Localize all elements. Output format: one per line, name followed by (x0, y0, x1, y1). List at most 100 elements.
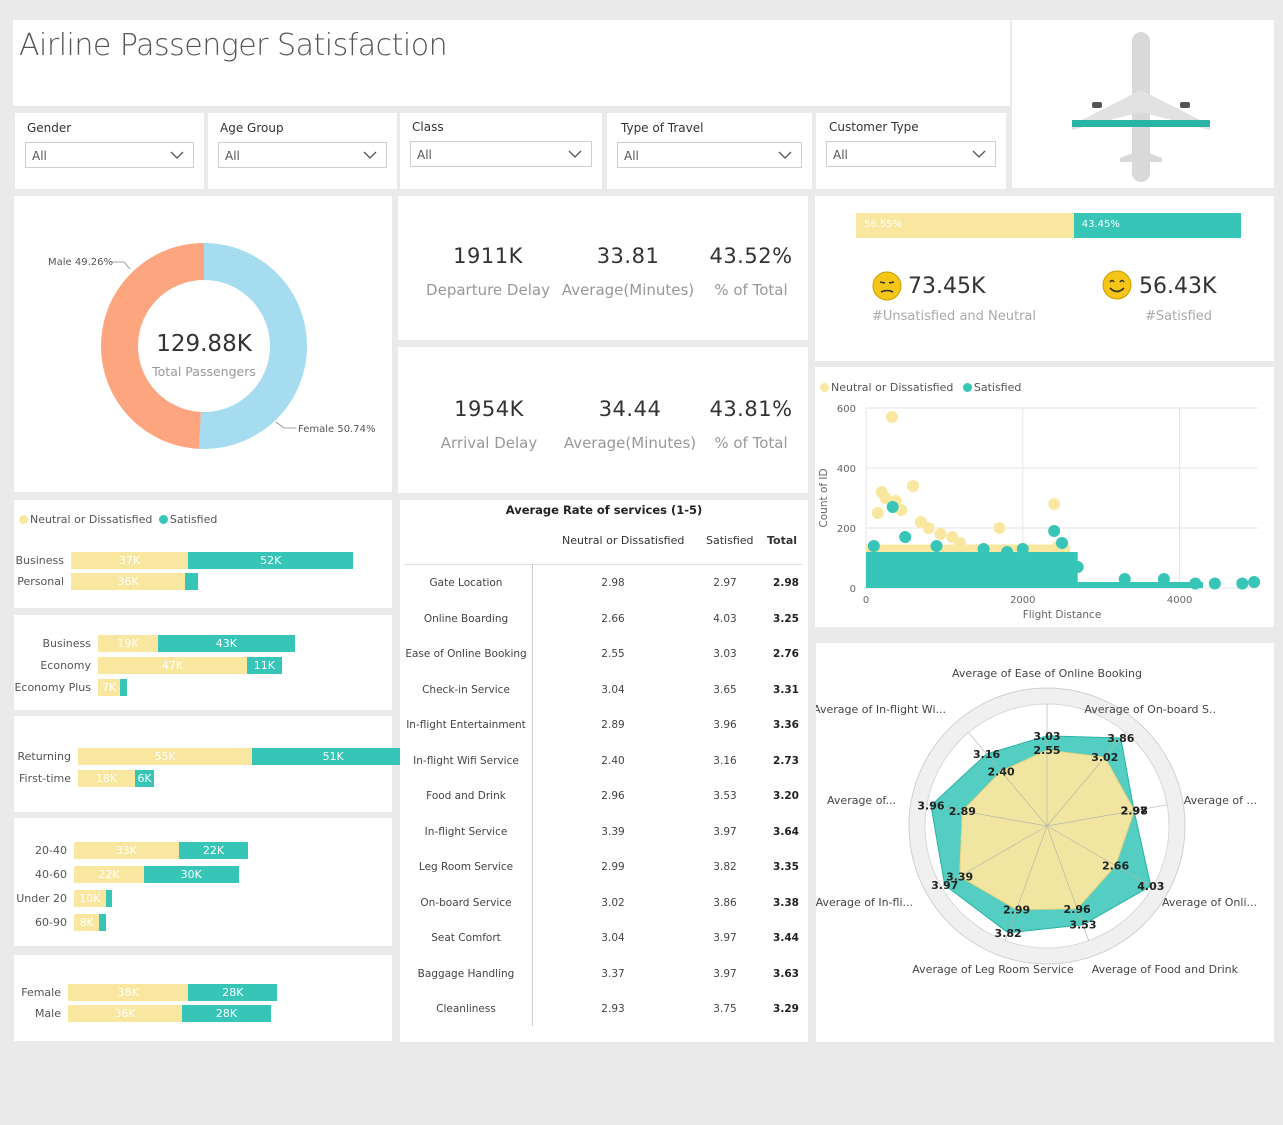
service-radar-chart[interactable]: Average of Ease of Online Booking Average… (813, 643, 1274, 1042)
gender-donut-chart[interactable]: Male 49.26% Female 50.74% 129.88K Total … (14, 196, 392, 492)
bar-segment-satisfied[interactable] (185, 573, 198, 590)
table-cell: 4.03 (713, 612, 737, 625)
y-tick-label: 200 (837, 524, 856, 535)
table-cell: 3.35 (773, 861, 799, 873)
scatter-point (1016, 543, 1029, 555)
satisfaction-ratio-bar[interactable]: 56.55% 43.45% (856, 213, 1241, 238)
slicer-type-of-travel[interactable]: Type of Travel All (607, 113, 812, 189)
bar-segment-dissatisfied[interactable]: 8K (74, 914, 100, 931)
bar-segment-satisfied[interactable]: 43K (158, 635, 295, 652)
bar-segment-dissatisfied[interactable]: 33K (74, 842, 179, 859)
table-row-label: Food and Drink (426, 790, 506, 802)
donut-center-label: Total Passengers (151, 364, 256, 379)
bar-segment-dissatisfied[interactable]: 22K (74, 866, 144, 883)
chevron-down-icon[interactable] (362, 147, 378, 163)
bar-segment-satisfied[interactable]: 28K (182, 1005, 271, 1022)
bar-segment-satisfied[interactable]: 11K (246, 657, 282, 674)
bar-segment-satisfied[interactable] (99, 914, 106, 931)
bar-segment-satisfied[interactable]: 28K (188, 984, 278, 1001)
arrival-delay-label: Arrival Delay (440, 434, 538, 452)
column-header-satisfied[interactable]: Satisfied (706, 534, 754, 547)
type-of-travel-dropdown[interactable]: All (617, 142, 802, 168)
service-rating-table-panel: Average Rate of services (1-5) Neutral o… (400, 500, 808, 1042)
slicer-gender[interactable]: Gender All (15, 113, 204, 189)
bar-segment-satisfied[interactable]: 52K (188, 552, 354, 569)
bar-segment-satisfied[interactable]: 30K (143, 866, 239, 883)
chevron-down-icon[interactable] (567, 146, 583, 162)
radar-axis-label: Average of Onli... (1162, 896, 1257, 909)
customer-type-dropdown[interactable]: All (826, 141, 996, 167)
unsatisfied-label: #Unsatisfied and Neutral (872, 309, 1037, 324)
slicer-age-group[interactable]: Age Group All (208, 113, 397, 189)
radar-value-satisfied: 3.82 (995, 927, 1022, 940)
slicer-customer-type[interactable]: Customer Type All (816, 113, 1006, 189)
table-row-label: In-flight Service (424, 825, 508, 838)
column-header-dissatisfied[interactable]: Neutral or Dissatisfied (562, 534, 684, 547)
bar-category-label: Female (21, 986, 61, 999)
scatter-point (1236, 577, 1249, 590)
slicer-label: Age Group (220, 121, 284, 135)
bar-segment-dissatisfied[interactable]: 10K (74, 890, 106, 907)
radar-value-satisfied: 3.53 (1069, 919, 1096, 932)
bar-segment-satisfied[interactable]: 6K (135, 770, 155, 787)
table-cell: 3.03 (713, 648, 737, 660)
slicer-class[interactable]: Class All (400, 113, 602, 189)
table-cell: 3.20 (773, 790, 799, 802)
x-tick-label: 2000 (1010, 595, 1035, 606)
satisfaction-kpi-panel: 56.55% 43.45% 73.45K #Unsatisfied and Ne… (815, 196, 1274, 361)
legend-label-dissatisfied: Neutral or Dissatisfied (831, 381, 954, 394)
legend-dot-satisfied (962, 383, 972, 392)
bar-segment-dissatisfied[interactable]: 36K (68, 1005, 183, 1022)
class-dropdown[interactable]: All (410, 141, 592, 167)
x-tick-label: 0 (863, 595, 869, 606)
legend-dot-dissatisfied (820, 383, 829, 392)
scatter-point (977, 543, 990, 555)
radar-value-dissatisfied: 3.02 (1091, 751, 1118, 764)
column-header-total[interactable]: Total (767, 534, 797, 547)
bar-segment-dissatisfied[interactable]: 18K (78, 770, 136, 787)
bar-segment-satisfied[interactable] (120, 679, 127, 696)
slicer-value: All (624, 149, 639, 163)
bar-segment-dissatisfied[interactable]: 37K (71, 552, 189, 569)
arrival-delay-value: 1954K (454, 397, 524, 421)
flight-distance-scatter-chart[interactable]: 0 200 400 600 0 2000 4000 Flight Distance Count … (815, 367, 1274, 627)
age-group-dropdown[interactable]: All (218, 142, 387, 168)
radar-axis-label: Average of On-board S.. (1084, 703, 1216, 716)
slicer-value: All (225, 149, 240, 163)
scatter-point (1048, 498, 1061, 510)
legend-label-satisfied: Satisfied (169, 513, 218, 526)
table-cell: 3.39 (601, 825, 625, 838)
bar-segment-dissatisfied[interactable]: 38K (68, 984, 189, 1001)
bar-segment-dissatisfied[interactable]: 7K (98, 679, 121, 696)
bar-category-label: Under 20 (16, 892, 67, 905)
bar-segment-dissatisfied[interactable]: 55K (78, 748, 253, 765)
y-tick-label: 400 (837, 464, 856, 475)
scatter-density-tail-satisfied (1077, 582, 1204, 588)
radar-axis-label: Average of Leg Room Service (912, 963, 1074, 976)
bar-category-label: First-time (19, 772, 71, 785)
scatter-point (946, 531, 959, 543)
slicer-value: All (417, 148, 432, 162)
bar-category-label: 20-40 (35, 844, 67, 857)
chevron-down-icon[interactable] (777, 147, 793, 163)
table-row-label: Cleanliness (436, 1003, 496, 1015)
slicer-value: All (833, 148, 848, 162)
chevron-down-icon[interactable] (169, 147, 185, 163)
bar-segment-dissatisfied[interactable]: 47K (98, 657, 247, 674)
table-cell: 2.93 (601, 1003, 625, 1015)
scatter-point (885, 411, 898, 423)
bar-segment-dissatisfied[interactable]: 19K (98, 635, 159, 652)
bar-segment-dissatisfied[interactable]: 36K (71, 573, 186, 590)
radar-value-dissatisfied: 2.99 (1003, 904, 1030, 917)
table-cell: 3.97 (713, 967, 737, 980)
bar-segment-satisfied[interactable] (105, 890, 113, 907)
bar-category-label: Economy Plus (14, 681, 91, 694)
bar-segment-satisfied[interactable]: 22K (178, 842, 249, 859)
chevron-down-icon[interactable] (971, 146, 987, 162)
table-cell: 2.99 (601, 861, 625, 873)
gender-dropdown[interactable]: All (25, 142, 194, 168)
bar-category-label: Economy (40, 659, 91, 672)
radar-value-dissatisfied: 2.66 (1102, 860, 1129, 873)
bar-segment-satisfied[interactable]: 51K (252, 748, 414, 765)
departure-delay-panel: 1911K Departure Delay 33.81 Average(Minu… (398, 196, 808, 340)
